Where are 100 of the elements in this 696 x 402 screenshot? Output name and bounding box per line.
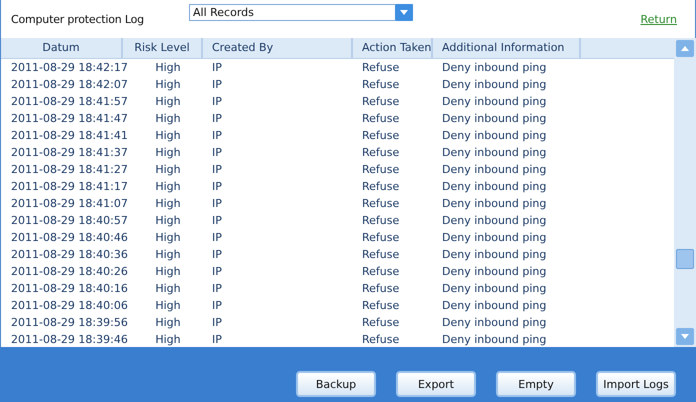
table-cell: 2011-08-29 18:41:27 <box>11 163 128 176</box>
table-cell: Deny inbound ping <box>442 95 546 108</box>
table-cell: Deny inbound ping <box>442 146 546 159</box>
table-cell: High <box>155 248 181 261</box>
table-cell: Refuse <box>362 95 400 108</box>
table-cell: IP <box>212 163 222 176</box>
table-cell: IP <box>212 316 222 329</box>
table-cell: IP <box>212 248 222 261</box>
table-cell: Refuse <box>362 197 400 210</box>
table-cell: High <box>155 180 181 193</box>
table-cell: Deny inbound ping <box>442 316 546 329</box>
table-cell: Deny inbound ping <box>442 163 546 176</box>
table-cell: IP <box>212 282 222 295</box>
table-cell: Deny inbound ping <box>442 112 546 125</box>
footer-button[interactable]: Import Logs <box>596 371 676 397</box>
table-cell: Refuse <box>362 163 400 176</box>
table-cell: IP <box>212 180 222 193</box>
table-cell: Deny inbound ping <box>442 231 546 244</box>
filter-dropdown[interactable]: All Records <box>189 4 413 20</box>
table-cell: Deny inbound ping <box>442 333 546 346</box>
table-cell: Deny inbound ping <box>442 282 546 295</box>
footer-button[interactable]: Export <box>396 371 476 397</box>
table-cell: Refuse <box>362 129 400 142</box>
column-header[interactable]: Risk Level <box>123 38 203 58</box>
table-cell: 2011-08-29 18:41:47 <box>11 112 128 125</box>
table-cell: Refuse <box>362 78 400 91</box>
table-cell: High <box>155 112 181 125</box>
scroll-down-icon[interactable] <box>676 328 694 345</box>
column-header[interactable]: Datum <box>1 38 123 58</box>
table-cell: 2011-08-29 18:42:17 <box>11 61 128 74</box>
table-cell: High <box>155 163 181 176</box>
table-cell: High <box>155 316 181 329</box>
table-cell: High <box>155 129 181 142</box>
table-cell: 2011-08-29 18:40:36 <box>11 248 128 261</box>
table-cell: Deny inbound ping <box>442 78 546 91</box>
table-cell: Refuse <box>362 299 400 312</box>
table-cell: High <box>155 95 181 108</box>
table-cell: IP <box>212 197 222 210</box>
footer-button[interactable]: Backup <box>296 371 376 397</box>
table-cell: High <box>155 265 181 278</box>
table-cell: IP <box>212 214 222 227</box>
footer-button[interactable]: Empty <box>496 371 576 397</box>
table-cell: 2011-08-29 18:41:41 <box>11 129 128 142</box>
scroll-thumb[interactable] <box>676 249 694 269</box>
table-cell: IP <box>212 95 222 108</box>
table-cell: Deny inbound ping <box>442 248 546 261</box>
table-cell: IP <box>212 265 222 278</box>
table-cell: 2011-08-29 18:40:16 <box>11 282 128 295</box>
table-cell: High <box>155 214 181 227</box>
table-cell: IP <box>212 333 222 346</box>
table-cell: 2011-08-29 18:39:56 <box>11 316 128 329</box>
table-cell: 2011-08-29 18:39:46 <box>11 333 128 346</box>
table-cell: High <box>155 333 181 346</box>
table-cell: Refuse <box>362 214 400 227</box>
scroll-up-icon[interactable] <box>676 40 694 57</box>
column-header[interactable]: Created By <box>203 38 353 58</box>
table-cell: High <box>155 282 181 295</box>
table-cell: IP <box>212 112 222 125</box>
table-cell: High <box>155 197 181 210</box>
table-cell: Refuse <box>362 333 400 346</box>
column-header[interactable]: Additional Information <box>433 38 581 58</box>
table-cell: IP <box>212 78 222 91</box>
table-cell: Refuse <box>362 282 400 295</box>
table-cell: Deny inbound ping <box>442 265 546 278</box>
column-header[interactable]: Action Taken <box>353 38 433 58</box>
table-cell: Deny inbound ping <box>442 197 546 210</box>
table-cell: IP <box>212 61 222 74</box>
log-title: Computer protection Log <box>11 12 145 26</box>
table-cell: IP <box>212 129 222 142</box>
table-cell: IP <box>212 231 222 244</box>
table-cell: High <box>155 146 181 159</box>
table-cell: Refuse <box>362 316 400 329</box>
scrollbar[interactable] <box>674 38 696 347</box>
table-cell: Deny inbound ping <box>442 299 546 312</box>
table-cell: Deny inbound ping <box>442 180 546 193</box>
table-cell: Deny inbound ping <box>442 214 546 227</box>
table-cell: IP <box>212 146 222 159</box>
table-cell: Refuse <box>362 231 400 244</box>
return-link[interactable]: Return <box>640 12 677 26</box>
table-cell: Deny inbound ping <box>442 129 546 142</box>
table-cell: High <box>155 78 181 91</box>
table-cell: Refuse <box>362 248 400 261</box>
table-cell: High <box>155 61 181 74</box>
table-cell: 2011-08-29 18:41:07 <box>11 197 128 210</box>
table-cell: Refuse <box>362 265 400 278</box>
table-cell: Refuse <box>362 112 400 125</box>
table-cell: Refuse <box>362 61 400 74</box>
table-cell: IP <box>212 299 222 312</box>
table-cell: 2011-08-29 18:40:57 <box>11 214 128 227</box>
table-cell: 2011-08-29 18:41:17 <box>11 180 128 193</box>
table-cell: 2011-08-29 18:40:46 <box>11 231 128 244</box>
table-cell: Refuse <box>362 146 400 159</box>
table-cell: 2011-08-29 18:40:06 <box>11 299 128 312</box>
table-cell: 2011-08-29 18:42:07 <box>11 78 128 91</box>
table-cell: Deny inbound ping <box>442 61 546 74</box>
table-cell: 2011-08-29 18:41:57 <box>11 95 128 108</box>
table-cell: Refuse <box>362 180 400 193</box>
table-cell: 2011-08-29 18:41:37 <box>11 146 128 159</box>
table-cell: 2011-08-29 18:40:26 <box>11 265 128 278</box>
table-cell: High <box>155 231 181 244</box>
